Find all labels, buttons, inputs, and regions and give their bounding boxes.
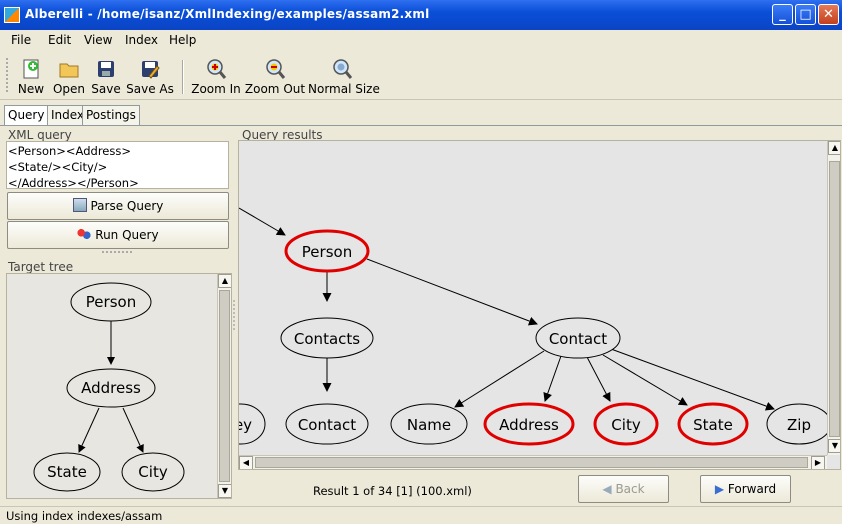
- zoom-out-button[interactable]: Zoom Out: [243, 54, 307, 98]
- query-line: <State/><City/>: [8, 160, 108, 174]
- tree-node-label: City: [138, 463, 168, 481]
- result-edge: [239, 207, 286, 236]
- xml-query-label: XML query: [8, 128, 72, 142]
- result-node-label: Zip: [787, 416, 811, 434]
- status-bar: Using index indexes/assam: [0, 506, 842, 524]
- title-bar: Alberelli - /home/isanz/XmlIndexing/exam…: [0, 0, 842, 30]
- zoom-reset-icon: [333, 59, 353, 79]
- tree-node-label: State: [47, 463, 87, 481]
- toolbar-separator: [182, 60, 184, 94]
- result-node-label: Contact: [298, 416, 356, 434]
- query-line: <Person><Address>: [8, 144, 131, 158]
- result-node-label: Name: [407, 416, 451, 434]
- result-node-label: Contact: [549, 330, 607, 348]
- floppy-icon: [98, 61, 114, 77]
- result-edge: [610, 348, 775, 411]
- result-node-label: State: [693, 416, 733, 434]
- zoom-in-icon: [207, 59, 227, 79]
- back-label: Back: [615, 482, 645, 496]
- tree-node-label: Person: [86, 293, 136, 311]
- new-file-icon: [23, 59, 39, 79]
- tree-edge: [78, 407, 100, 453]
- minimize-button[interactable]: _: [772, 4, 793, 25]
- forward-button[interactable]: ▶ Forward: [700, 475, 791, 503]
- results-vertical-scrollbar[interactable]: ▲ ▼: [827, 141, 840, 455]
- scroll-thumb[interactable]: [829, 161, 840, 437]
- close-button[interactable]: ✕: [818, 4, 839, 25]
- results-graph: Person Contacts Contact Contact ey Name …: [239, 207, 827, 446]
- menu-index[interactable]: Index: [125, 33, 158, 47]
- scroll-down-button[interactable]: ▼: [218, 484, 231, 498]
- pane-splitter[interactable]: [233, 300, 236, 330]
- zoom-in-button[interactable]: Zoom In: [190, 54, 242, 98]
- result-counter: Result 1 of 34 [1] (100.xml): [313, 484, 472, 498]
- menu-bar: File Edit View Index Help: [0, 30, 842, 52]
- result-node-label: City: [611, 416, 641, 434]
- tree-edge: [122, 407, 144, 453]
- save-as-button[interactable]: Save As: [126, 54, 174, 98]
- scroll-thumb[interactable]: [255, 457, 808, 468]
- scroll-right-button[interactable]: ▶: [811, 456, 825, 469]
- result-node-label: ey: [239, 416, 252, 434]
- back-arrow-icon: ◀: [602, 482, 612, 496]
- splitter-grip[interactable]: [102, 251, 132, 255]
- parse-query-label: Parse Query: [90, 199, 164, 213]
- open-button[interactable]: Open: [51, 54, 87, 98]
- target-tree-view[interactable]: Person Address State City ▲ ▼: [6, 273, 232, 499]
- status-text: Using index indexes/assam: [6, 509, 163, 523]
- tab-postings[interactable]: Postings: [82, 105, 140, 125]
- app-icon: [4, 7, 20, 23]
- forward-arrow-icon: ▶: [714, 482, 725, 496]
- scroll-up-button[interactable]: ▲: [828, 141, 840, 155]
- forward-label: Forward: [727, 482, 777, 496]
- run-icon: [77, 228, 92, 240]
- result-edge: [366, 258, 538, 326]
- run-query-label: Run Query: [95, 228, 159, 242]
- new-button[interactable]: New: [14, 54, 48, 98]
- results-graph-view[interactable]: Person Contacts Contact Contact ey Name …: [238, 140, 841, 470]
- zoom-out-icon: [266, 59, 286, 79]
- tree-node-label: Address: [81, 379, 141, 397]
- scroll-left-button[interactable]: ◀: [239, 456, 253, 469]
- menu-view[interactable]: View: [84, 33, 112, 47]
- xml-query-textarea[interactable]: <Person><Address> <State/><City/> </Addr…: [6, 141, 229, 190]
- result-edge: [586, 356, 611, 402]
- results-horizontal-scrollbar[interactable]: ◀ ▶: [239, 455, 827, 469]
- result-edge: [543, 355, 562, 402]
- menu-edit[interactable]: Edit: [48, 33, 71, 47]
- target-tree-graph: Person Address State City: [33, 282, 185, 492]
- window-title: Alberelli - /home/isanz/XmlIndexing/exam…: [25, 7, 430, 21]
- result-edge: [602, 354, 688, 406]
- run-query-button[interactable]: Run Query: [7, 221, 229, 249]
- result-node-label: Person: [302, 243, 352, 261]
- parse-query-button[interactable]: Parse Query: [7, 192, 229, 220]
- save-button[interactable]: Save: [89, 54, 123, 98]
- scroll-up-button[interactable]: ▲: [218, 274, 231, 288]
- result-node-label: Address: [499, 416, 559, 434]
- maximize-button[interactable]: □: [795, 4, 816, 25]
- back-button[interactable]: ◀ Back: [578, 475, 669, 503]
- target-tree-scrollbar[interactable]: ▲ ▼: [217, 274, 231, 498]
- folder-icon: [59, 63, 79, 78]
- save-as-icon: [142, 61, 160, 79]
- scroll-thumb[interactable]: [219, 290, 230, 482]
- result-node-label: Contacts: [294, 330, 360, 348]
- menu-file[interactable]: File: [11, 33, 31, 47]
- scroll-down-button[interactable]: ▼: [828, 439, 840, 453]
- tab-query[interactable]: Query: [4, 105, 49, 125]
- query-line: </Address></Person>: [8, 176, 139, 190]
- target-tree-label: Target tree: [8, 260, 74, 274]
- result-edge: [454, 350, 545, 408]
- tab-divider: [0, 125, 842, 126]
- parse-icon: [72, 198, 87, 212]
- toolbar: New Open Save Save As Zoom In Zoom Out N…: [0, 52, 842, 100]
- toolbar-grip[interactable]: [6, 58, 9, 92]
- normal-size-button[interactable]: Normal Size: [308, 54, 380, 98]
- menu-help[interactable]: Help: [169, 33, 196, 47]
